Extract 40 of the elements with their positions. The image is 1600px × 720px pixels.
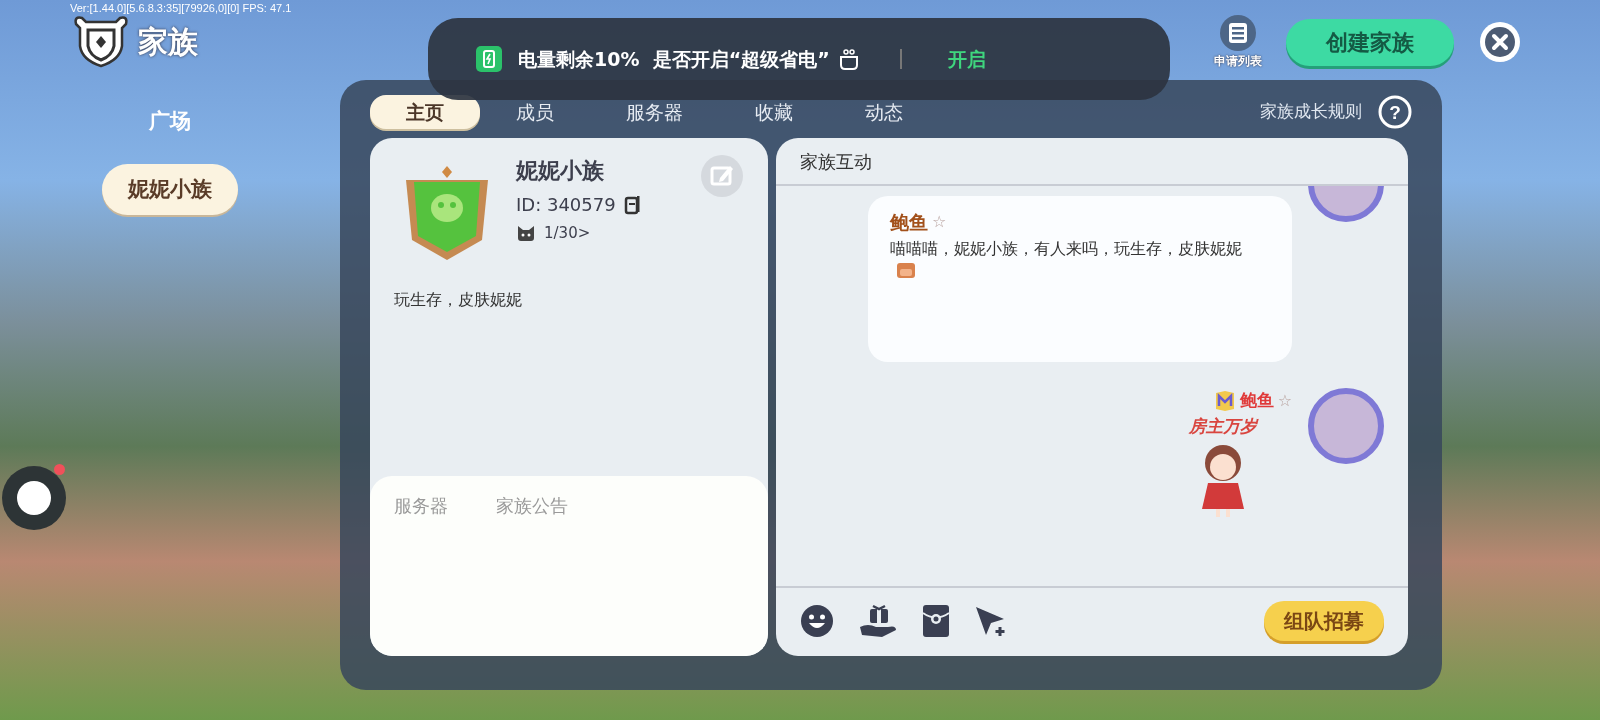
family-description: 玩生存，皮肤妮妮: [393, 289, 523, 311]
growth-rules-link[interactable]: 家族成长规则: [1260, 99, 1362, 125]
star-mark: ☆: [1277, 389, 1292, 412]
face-icon: [837, 47, 860, 71]
sidebar-item[interactable]: 妮妮小族: [102, 163, 238, 215]
sender-name: 鲍鱼: [1239, 389, 1274, 412]
message-text: 喵喵喵，妮妮小族，有人来吗，玩生存，皮肤妮妮: [890, 237, 1242, 260]
close-icon[interactable]: [1478, 20, 1522, 64]
floating-button[interactable]: [2, 466, 66, 530]
send-plus-icon[interactable]: [974, 605, 1008, 637]
cat-icon: [516, 224, 536, 243]
member-count-link[interactable]: 1/30>: [544, 222, 591, 245]
version-text: Ver:[1.44.0][5.6.8.3:35][79926,0][0] FPS: 47.1: [70, 1, 292, 16]
emoji-icon: [896, 261, 916, 280]
gift-hand-icon[interactable]: [858, 603, 898, 639]
enable-power-saving-button[interactable]: 开启: [941, 43, 992, 75]
page-title: 家族: [138, 22, 198, 61]
family-name: 妮妮小族: [516, 157, 605, 185]
create-family-button[interactable]: 创建家族: [1286, 18, 1454, 66]
star-mark: ☆: [932, 211, 947, 234]
list-icon[interactable]: [1219, 14, 1257, 52]
member-badge-icon: [1213, 389, 1236, 412]
family-id: ID: 340579: [516, 193, 616, 217]
shield-logo-icon: [72, 14, 130, 68]
notification-message: 电量剩余10% 是否开启“超级省电”: [518, 46, 830, 72]
envelope-icon[interactable]: [922, 604, 950, 638]
copy-icon[interactable]: [623, 194, 640, 215]
chat-title: 家族互动: [776, 138, 1408, 186]
tab[interactable]: 主页: [370, 94, 480, 130]
team-recruit-button[interactable]: 组队招募: [1264, 601, 1384, 641]
notification-dot: [54, 464, 65, 475]
tab[interactable]: 收藏: [719, 94, 829, 130]
sticker-caption: 房主万岁: [1189, 414, 1257, 438]
tab[interactable]: 动态: [829, 94, 939, 130]
tab[interactable]: 成员: [480, 94, 590, 130]
battery-icon: [476, 46, 502, 72]
smiley-icon[interactable]: [800, 604, 834, 638]
help-icon[interactable]: ?: [1378, 95, 1412, 129]
sender-name: 鲍鱼: [890, 210, 928, 235]
tab[interactable]: 服务器: [590, 94, 719, 130]
